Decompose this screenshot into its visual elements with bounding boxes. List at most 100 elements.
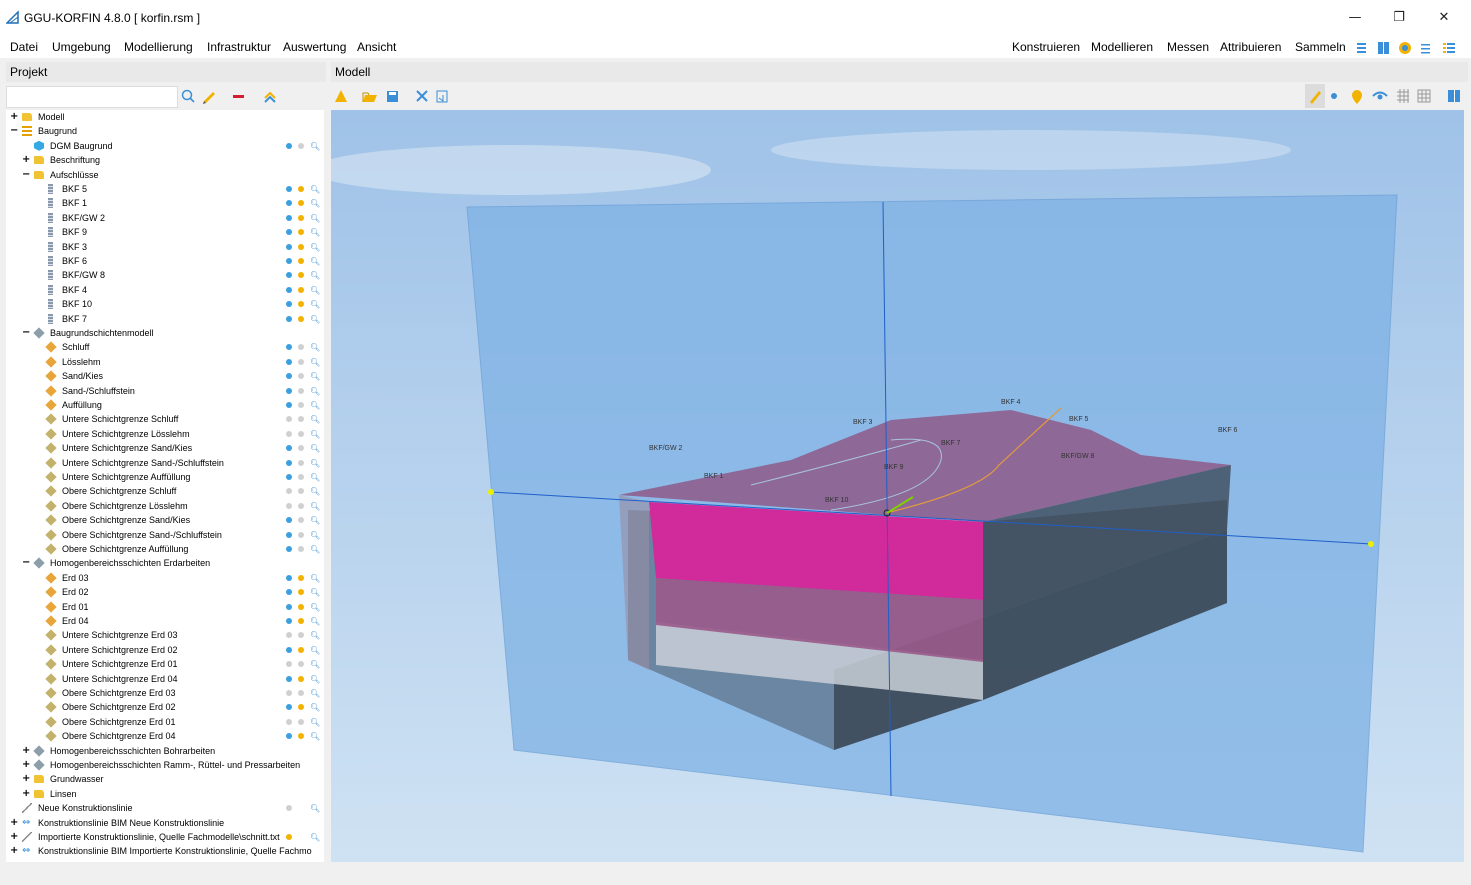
zoom-to-icon[interactable]: 🔍︎ (310, 255, 320, 269)
visibility-dot-icon[interactable] (286, 358, 292, 365)
menu-attribuieren[interactable]: Attribuieren (1220, 40, 1281, 54)
zoom-to-icon[interactable]: 🔍︎ (310, 485, 320, 499)
visibility-dot-icon[interactable] (286, 661, 292, 668)
visibility-dot-icon[interactable] (298, 387, 304, 394)
eye-icon[interactable] (1372, 91, 1388, 100)
visibility-dot-icon[interactable] (298, 574, 304, 581)
visibility-dot-icon[interactable] (286, 258, 292, 264)
tree-item[interactable]: Obere Schichtgrenze Sand-/Schluffstein 🔍︎ (6, 528, 324, 542)
tree-item[interactable]: Untere Schichtgrenze Erd 03 🔍︎ (6, 628, 324, 642)
tree-item[interactable]: Lösslehm 🔍︎ (6, 355, 324, 369)
tree-item[interactable]: BKF 10 🔍︎ (6, 297, 324, 311)
tools-icon[interactable] (416, 90, 428, 102)
visibility-dot-icon[interactable] (298, 214, 304, 221)
visibility-dot-icon[interactable] (286, 718, 292, 725)
menu-konstruieren[interactable]: Konstruieren (1012, 40, 1080, 54)
visibility-dot-icon[interactable] (286, 474, 292, 480)
visibility-dot-icon[interactable] (286, 459, 292, 466)
visibility-dot-icon[interactable] (298, 733, 304, 740)
zoom-to-icon[interactable]: 🔍︎ (310, 644, 320, 658)
zoom-to-icon[interactable]: 🔍︎ (310, 529, 320, 543)
tree-item[interactable]: Sand-/Schluffstein 🔍︎ (6, 384, 324, 398)
visibility-dot-icon[interactable] (286, 517, 292, 524)
expand-toggle-icon[interactable]: − (22, 326, 30, 340)
menu-auswertung[interactable]: Auswertung (283, 40, 346, 54)
zoom-to-icon[interactable]: 🔍︎ (310, 831, 320, 845)
zoom-to-icon[interactable]: 🔍︎ (310, 802, 320, 816)
zoom-to-icon[interactable]: 🔍︎ (310, 615, 320, 629)
zoom-to-icon[interactable]: 🔍︎ (310, 730, 320, 744)
expand-toggle-icon[interactable]: + (10, 110, 18, 124)
visibility-dot-icon[interactable] (286, 200, 292, 207)
tree-item[interactable]: + Beschriftung (6, 153, 324, 167)
visibility-dot-icon[interactable] (298, 618, 304, 624)
save-icon[interactable] (387, 91, 398, 102)
tree-item[interactable]: Neue Konstruktionslinie 🔍︎ (6, 801, 324, 815)
visibility-dot-icon[interactable] (286, 301, 292, 308)
zoom-to-icon[interactable]: 🔍︎ (310, 500, 320, 514)
visibility-dot-icon[interactable] (286, 142, 292, 149)
visibility-dot-icon[interactable] (298, 589, 304, 596)
expand-toggle-icon[interactable]: + (22, 772, 30, 786)
zoom-to-icon[interactable]: 🔍︎ (310, 629, 320, 643)
visibility-dot-icon[interactable] (298, 675, 304, 682)
zoom-to-icon[interactable]: 🔍︎ (310, 701, 320, 715)
visibility-dot-icon[interactable] (298, 474, 304, 480)
visibility-dot-icon[interactable] (298, 373, 304, 380)
visibility-dot-icon[interactable] (298, 200, 304, 207)
tree-item[interactable]: Erd 04 🔍︎ (6, 614, 324, 628)
tree-item[interactable]: Obere Schichtgrenze Erd 03 🔍︎ (6, 686, 324, 700)
visibility-dot-icon[interactable] (286, 387, 292, 394)
tree-item[interactable]: + Linsen (6, 787, 324, 801)
zoom-to-icon[interactable]: 🔍︎ (310, 586, 320, 600)
close-button[interactable]: ✕ (1432, 8, 1456, 28)
visibility-dot-icon[interactable] (286, 344, 292, 351)
zoom-to-icon[interactable]: 🔍︎ (310, 399, 320, 413)
visibility-dot-icon[interactable] (286, 733, 292, 740)
visibility-dot-icon[interactable] (286, 546, 292, 552)
tree-item[interactable]: Untere Schichtgrenze Erd 01 🔍︎ (6, 657, 324, 671)
zoom-to-icon[interactable]: 🔍︎ (310, 212, 320, 226)
minimize-button[interactable]: — (1343, 8, 1367, 28)
visibility-dot-icon[interactable] (286, 243, 292, 250)
menu-infrastruktur[interactable]: Infrastruktur (207, 40, 271, 54)
tree-item[interactable]: Schluff 🔍︎ (6, 340, 324, 354)
tree-item[interactable]: Obere Schichtgrenze Lösslehm 🔍︎ (6, 499, 324, 513)
tree-item[interactable]: Obere Schichtgrenze Auffüllung 🔍︎ (6, 542, 324, 556)
expand-toggle-icon[interactable]: + (22, 758, 30, 772)
open-folder-icon[interactable] (362, 92, 377, 102)
visibility-dot-icon[interactable] (286, 229, 292, 236)
visibility-dot-icon[interactable] (286, 646, 292, 653)
visibility-dot-icon[interactable] (298, 142, 304, 149)
visibility-dot-icon[interactable] (286, 805, 292, 812)
visibility-dot-icon[interactable] (298, 286, 304, 293)
expand-toggle-icon[interactable]: + (10, 816, 18, 830)
visibility-dot-icon[interactable] (298, 704, 304, 711)
tree-item[interactable]: Untere Schichtgrenze Schluff 🔍︎ (6, 412, 324, 426)
tree-item[interactable]: BKF/GW 8 🔍︎ (6, 268, 324, 282)
visibility-dot-icon[interactable] (286, 618, 292, 624)
zoom-to-icon[interactable]: 🔍︎ (310, 226, 320, 240)
tree-item[interactable]: BKF 4 🔍︎ (6, 283, 324, 297)
tree-item[interactable]: BKF 1 🔍︎ (6, 196, 324, 210)
visibility-dot-icon[interactable] (286, 603, 292, 610)
visibility-dot-icon[interactable] (298, 416, 304, 423)
visibility-dot-icon[interactable] (286, 574, 292, 581)
tree-item[interactable]: BKF 3 🔍︎ (6, 240, 324, 254)
tree-item[interactable]: Auffüllung 🔍︎ (6, 398, 324, 412)
zoom-to-icon[interactable]: 🔍︎ (310, 572, 320, 586)
visibility-dot-icon[interactable] (298, 502, 304, 509)
menu-ansicht[interactable]: Ansicht (357, 40, 396, 54)
zoom-to-icon[interactable]: 🔍︎ (310, 140, 320, 154)
tree-item[interactable]: + Importierte Konstruktionslinie, Quelle … (6, 830, 324, 844)
zoom-to-icon[interactable]: 🔍︎ (310, 269, 320, 283)
visibility-dot-icon[interactable] (298, 661, 304, 668)
visibility-dot-icon[interactable] (298, 459, 304, 466)
visibility-dot-icon[interactable] (286, 430, 292, 437)
tree-item[interactable]: + ⇔ Konstruktionslinie BIM Neue Konstrukti… (6, 816, 324, 830)
visibility-dot-icon[interactable] (298, 272, 304, 279)
visibility-dot-icon[interactable] (298, 690, 304, 696)
tree-item[interactable]: Sand/Kies 🔍︎ (6, 369, 324, 383)
visibility-dot-icon[interactable] (286, 632, 292, 639)
zoom-to-icon[interactable]: 🔍︎ (310, 183, 320, 197)
